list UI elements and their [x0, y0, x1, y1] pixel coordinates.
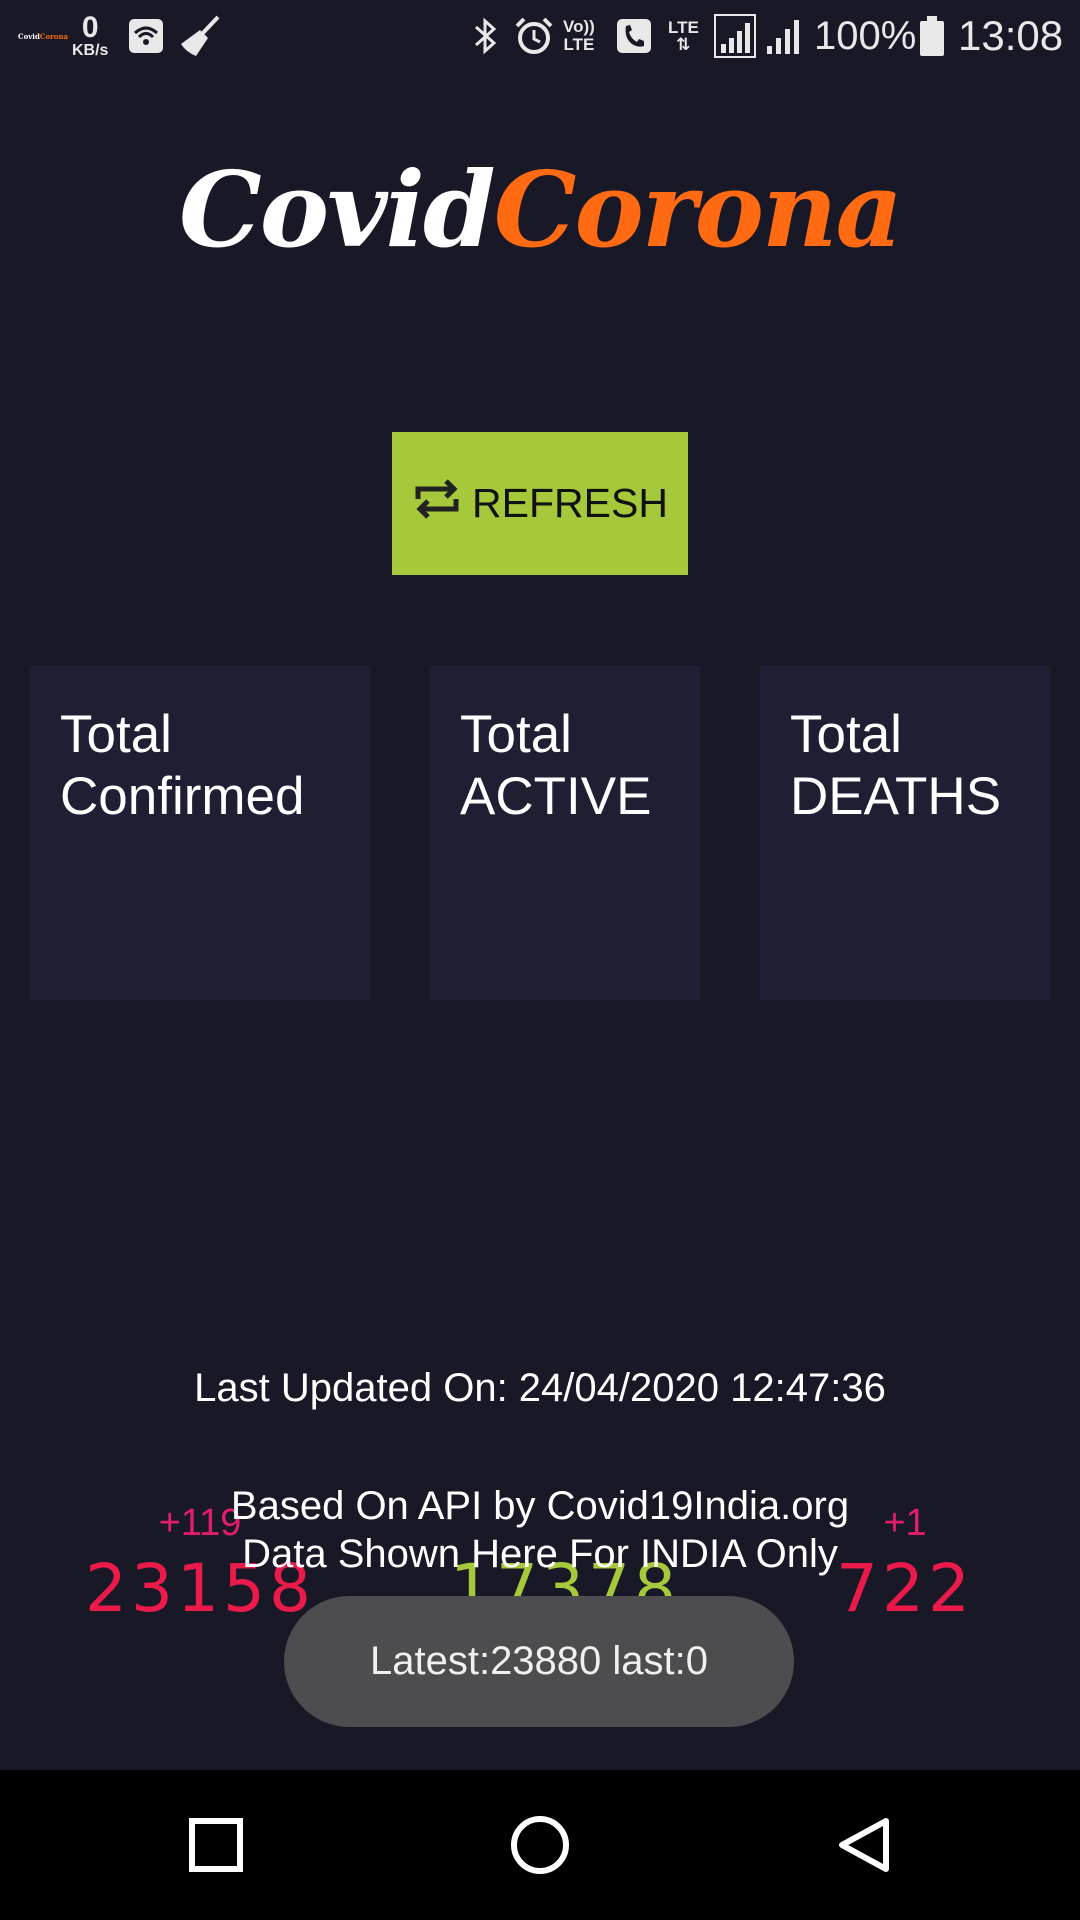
refresh-label: REFRESH — [472, 480, 668, 526]
deaths-label: Total DEATHS — [790, 704, 1001, 828]
data-region-text: Data Shown Here For INDIA Only — [242, 1532, 838, 1576]
volte-line1: Vo)) — [563, 17, 595, 37]
deaths-label-line2: DEATHS — [790, 767, 1002, 826]
logo-covid: Covid — [178, 148, 496, 271]
circle-home-icon — [511, 1816, 569, 1874]
navigation-bar — [0, 1770, 1080, 1920]
battery-icon — [918, 0, 946, 72]
total-active-card: Total ACTIVE 17378 — [430, 666, 700, 1627]
status-bar: Covid Corona 0 KB/s Vo)) LTE LTE ⇅ 100% 1… — [0, 0, 1080, 72]
broom-icon — [178, 0, 222, 72]
active-label-line1: Total — [460, 705, 572, 764]
volte-indicator: Vo)) LTE — [563, 0, 595, 72]
mini-logo-orange: Corona — [39, 31, 69, 41]
refresh-button[interactable]: REFRESH — [392, 432, 688, 575]
confirmed-label-line2: Confirmed — [60, 767, 305, 826]
app-notification-icon: Covid Corona — [18, 0, 68, 72]
app-logo: CovidCorona — [0, 140, 1080, 280]
bluetooth-icon — [470, 0, 502, 72]
refresh-arrows-icon — [412, 477, 462, 531]
api-credit-text: Based On API by Covid19India.org — [230, 1484, 850, 1528]
alarm-icon — [514, 0, 554, 72]
home-button[interactable] — [465, 1770, 615, 1920]
network-speed-value: 0 — [81, 11, 99, 44]
deaths-label-line1: Total — [790, 705, 902, 764]
volte-line2: LTE — [563, 35, 595, 54]
confirmed-label: Total Confirmed — [60, 704, 304, 828]
network-speed-unit: KB/s — [72, 42, 109, 59]
active-label: Total ACTIVE — [460, 704, 651, 828]
total-deaths-card: Total DEATHS +1 722 — [760, 666, 1050, 1627]
network-speed: 0 KB/s — [72, 0, 108, 72]
clock: 13:08 — [958, 12, 1064, 59]
lte-indicator: LTE ⇅ — [668, 0, 699, 72]
last-updated-text: Last Updated On: 24/04/2020 12:47:36 — [194, 1366, 886, 1410]
triangle-back-icon — [839, 1818, 889, 1872]
square-recents-icon — [189, 1818, 243, 1872]
signal-strength-icon — [714, 0, 756, 72]
total-confirmed-card: Total Confirmed +119 23158 — [30, 666, 370, 1627]
toast-message: Latest:23880 last:0 — [284, 1596, 794, 1727]
recents-button[interactable] — [141, 1770, 291, 1920]
lte-arrows-icon: ⇅ — [676, 35, 691, 54]
signal-strength-icon-2 — [764, 0, 804, 72]
mini-logo-white: Covid — [18, 31, 40, 41]
phone-icon — [616, 0, 652, 72]
wifi-icon — [128, 0, 164, 72]
confirmed-label-line1: Total — [60, 705, 172, 764]
logo-corona: Corona — [493, 148, 903, 271]
battery-percent: 100% — [814, 13, 917, 58]
active-label-line2: ACTIVE — [460, 767, 652, 826]
back-button[interactable] — [789, 1770, 939, 1920]
lte-label: LTE — [668, 18, 699, 37]
